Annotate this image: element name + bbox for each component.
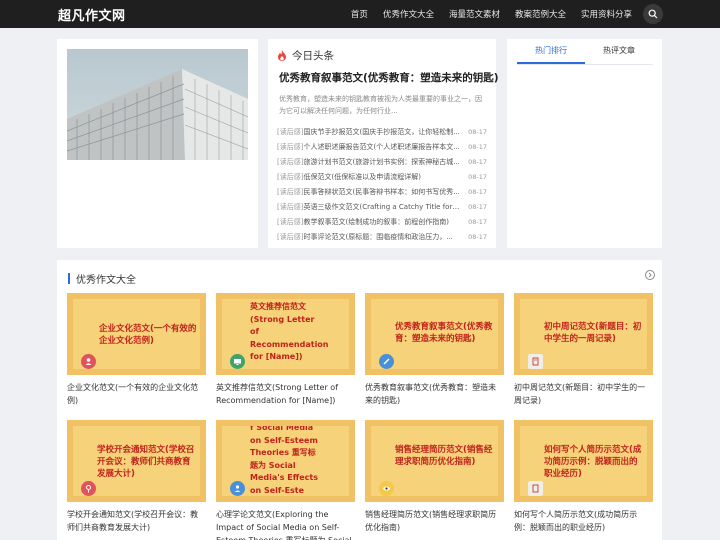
nav-lesson-plans[interactable]: 教案范例大全 [515, 8, 566, 20]
thumbnail-title: 优秀教育叙事范文(优秀教育：塑造未来的钥匙) [395, 322, 493, 344]
thumbnail-title: 如何写个人简历示范文(成功简历示例：脱颖而出的职业经历) [544, 445, 642, 479]
main-nav: 首页 优秀作文大全 海量范文素材 教案范例大全 实用资料分享 [351, 0, 632, 28]
hero-building-image[interactable] [67, 49, 248, 160]
news-item[interactable]: [读后感]民事答辩状范文(民事答辩书样本：如何书写优秀... 08-17 [277, 184, 487, 199]
side-ranking-card [507, 39, 662, 248]
pen-icon [379, 354, 394, 369]
section-header: 优秀作文大全 [68, 271, 136, 286]
document-icon [528, 481, 543, 496]
screen-icon [230, 354, 245, 369]
essay-caption[interactable]: 优秀教育叙事范文(优秀教育：塑造未来的钥匙) [365, 381, 504, 407]
essay-caption[interactable]: 心理学论文范文(Exploring the Impact of Social M… [216, 508, 355, 540]
essay-caption[interactable]: 初中周记范文(新题目：初中学生的一周记录) [514, 381, 653, 407]
thumbnail-title: f Social Media on Self-Esteem Theories 重… [250, 423, 318, 495]
search-button[interactable] [643, 4, 663, 24]
news-item[interactable]: [读后感]国庆节手抄报范文(国庆手抄报范文，让你轻松制... 08-17 [277, 124, 487, 139]
essay-caption[interactable]: 学校开会通知范文(学校召开会议：教师们共商教育发展大计) [67, 508, 206, 534]
person-icon [81, 354, 96, 369]
essay-caption[interactable]: 如何写个人简历示范文(成功简历示例：脱颖而出的职业经历) [514, 508, 653, 534]
search-icon [648, 9, 658, 19]
thumbnail-title: 销售经理简历范文(销售经理求职简历优化指南) [395, 445, 493, 467]
news-item[interactable]: [读后感]低保范文(低保标准以及申请流程详解) 08-17 [277, 169, 487, 184]
female-icon [81, 481, 96, 496]
essay-thumbnail: 销售经理简历范文(销售经理求职简历优化指南) [365, 420, 504, 502]
essay-thumbnail: 初中周记范文(新题目：初中学生的一周记录) [514, 293, 653, 375]
thumbnail-title: 初中周记范文(新题目：初中学生的一周记录) [544, 322, 642, 344]
essay-thumbnail: 如何写个人简历示范文(成功简历示例：脱颖而出的职业经历) [514, 420, 653, 502]
essay-thumbnail: 优秀教育叙事范文(优秀教育：塑造未来的钥匙) [365, 293, 504, 375]
site-logo[interactable]: 超凡作文网 [58, 5, 126, 24]
thumbnail-title: 英文推荐信范文(Strong Letter of Recommendation … [250, 302, 329, 361]
chevron-right-icon [648, 272, 652, 278]
feature-article-title[interactable]: 优秀教育叙事范文(优秀教育：塑造未来的钥匙) [279, 70, 499, 85]
essay-thumbnail: f Social Media on Self-Esteem Theories 重… [216, 420, 355, 502]
news-item[interactable]: [读后感]个人述职述廉报告范文(个人述职述廉报告样本文... 08-17 [277, 139, 487, 154]
headline-header: 今日头条 [277, 48, 334, 63]
thumbnail-title: 企业文化范文(一个有效的企业文化范例) [99, 324, 197, 346]
headline-section-title: 今日头条 [292, 50, 334, 62]
section-accent-bar [68, 273, 70, 284]
top-navigation-bar: 超凡作文网 首页 优秀作文大全 海量范文素材 教案范例大全 实用资料分享 [0, 0, 720, 28]
nav-resources[interactable]: 实用资料分享 [581, 8, 632, 20]
essay-thumbnail: 学校开会通知范文(学校召开会议：教师们共商教育发展大计) [67, 420, 206, 502]
thumbnail-title: 学校开会通知范文(学校召开会议：教师们共商教育发展大计) [97, 445, 195, 479]
news-item[interactable]: [读后感]英语三级作文范文(Crafting a Catchy Title fo… [277, 199, 487, 214]
nav-home[interactable]: 首页 [351, 8, 368, 20]
essay-thumbnail: 企业文化范文(一个有效的企业文化范例) [67, 293, 206, 375]
tab-hot-ranking[interactable]: 热门排行 [517, 43, 585, 64]
section-title: 优秀作文大全 [76, 275, 136, 286]
nav-excellent-essays[interactable]: 优秀作文大全 [383, 8, 434, 20]
news-item[interactable]: [读后感]教学叙事范文(绘制成功的叙事：前程创作指南) 08-17 [277, 214, 487, 229]
essay-caption[interactable]: 销售经理简历范文(销售经理求职简历优化指南) [365, 508, 504, 534]
tab-hot-comments[interactable]: 热评文章 [585, 43, 653, 64]
feature-article-summary: 优秀教育，塑造未来的钥匙教育被视为人类最重要的事业之一，因为它可以解决任何问题，… [279, 95, 482, 115]
essay-caption[interactable]: 企业文化范文(一个有效的企业文化范例) [67, 381, 206, 407]
side-tabs: 热门排行 热评文章 [517, 43, 653, 65]
fire-icon [278, 50, 286, 61]
news-item[interactable]: [读后感]时事评论范文(原标题：围临疫情和政治压力，... 08-17 [277, 229, 487, 244]
people-icon [230, 481, 245, 496]
notebook-icon [528, 354, 543, 369]
news-item[interactable]: [读后感]旅游计划书范文(旅游计划书实例：探索神秘古城... 08-17 [277, 154, 487, 169]
section-more-button[interactable] [645, 270, 655, 280]
essay-caption[interactable]: 英文推荐信范文(Strong Letter of Recommendation … [216, 381, 355, 407]
essay-thumbnail: 英文推荐信范文(Strong Letter of Recommendation … [216, 293, 355, 375]
eye-icon [379, 481, 394, 496]
nav-essay-materials[interactable]: 海量范文素材 [449, 8, 500, 20]
headline-news-list: [读后感]国庆节手抄报范文(国庆手抄报范文，让你轻松制... 08-17 [读后感… [277, 124, 487, 244]
